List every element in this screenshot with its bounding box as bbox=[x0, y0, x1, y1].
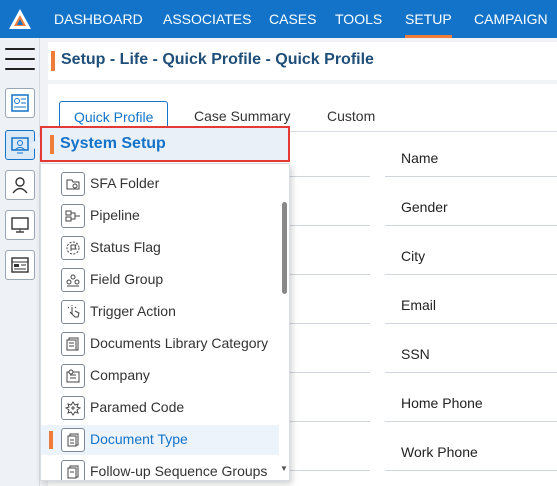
field-input[interactable] bbox=[290, 435, 370, 471]
header-accent bbox=[50, 135, 54, 154]
nav-associates[interactable]: ASSOCIATES bbox=[163, 0, 251, 38]
nav-tools[interactable]: TOOLS bbox=[335, 0, 382, 38]
system-setup-title: System Setup bbox=[60, 135, 166, 152]
page-title-bar: Setup - Life - Quick Profile - Quick Pro… bbox=[48, 42, 557, 80]
menu-item-document-type[interactable]: Document Type bbox=[41, 425, 279, 455]
menu-item-documents-library-category[interactable]: Documents Library Category bbox=[41, 329, 279, 359]
menu-item-trigger-action[interactable]: Trigger Action bbox=[41, 297, 279, 327]
field-group-icon bbox=[61, 268, 85, 292]
field-ssn[interactable]: SSN bbox=[385, 337, 557, 373]
menu-item-pipeline[interactable]: Pipeline bbox=[41, 201, 279, 231]
menu-item-label: Company bbox=[90, 367, 150, 383]
monitor-icon[interactable] bbox=[5, 210, 35, 240]
field-home-phone[interactable]: Home Phone bbox=[385, 386, 557, 422]
menu-item-company[interactable]: Company bbox=[41, 361, 279, 391]
profile-setup-icon[interactable] bbox=[5, 88, 35, 118]
field-label: City bbox=[401, 248, 426, 264]
selected-indicator bbox=[49, 431, 53, 449]
field-label: SSN bbox=[401, 346, 430, 362]
field-label: Name bbox=[401, 150, 439, 166]
company-icon bbox=[61, 364, 85, 388]
field-email[interactable]: Email bbox=[385, 288, 557, 324]
top-nav: DASHBOARD ASSOCIATES CASES TOOLS SETUP C… bbox=[0, 0, 557, 38]
menu-item-label: Field Group bbox=[90, 271, 164, 287]
page-title: Setup - Life - Quick Profile - Quick Pro… bbox=[61, 51, 374, 68]
field-work-phone[interactable]: Work Phone bbox=[385, 435, 557, 471]
menu-item-follow-up-sequence-groups[interactable]: Follow-up Sequence Groups bbox=[41, 457, 279, 480]
menu-item-label: Documents Library Category bbox=[90, 335, 269, 351]
nav-campaign[interactable]: CAMPAIGN bbox=[474, 0, 548, 38]
field-label: Work Phone bbox=[401, 444, 478, 460]
folder-icon bbox=[61, 172, 85, 196]
hamburger-menu-icon[interactable] bbox=[5, 48, 35, 72]
follow-up-sequence-icon bbox=[61, 460, 85, 480]
field-input[interactable] bbox=[290, 337, 370, 373]
menu-item-label: Status Flag bbox=[90, 239, 161, 255]
system-setup-menu: SFA Folder Pipeline Status Flag Field Gr… bbox=[40, 163, 290, 481]
field-input[interactable] bbox=[290, 239, 370, 275]
field-city[interactable]: City bbox=[385, 239, 557, 275]
field-input[interactable] bbox=[290, 386, 370, 422]
menu-scrollbar-thumb[interactable] bbox=[282, 202, 287, 294]
app-logo-icon[interactable] bbox=[0, 0, 40, 38]
menu-item-label: Document Type bbox=[90, 431, 188, 447]
tab-custom[interactable]: Custom bbox=[327, 101, 375, 132]
user-icon[interactable] bbox=[5, 170, 35, 200]
title-accent bbox=[51, 51, 55, 71]
field-gender[interactable]: Gender bbox=[385, 190, 557, 226]
menu-item-sfa-folder[interactable]: SFA Folder bbox=[41, 169, 279, 199]
menu-item-label: Pipeline bbox=[90, 207, 140, 223]
menu-item-status-flag[interactable]: Status Flag bbox=[41, 233, 279, 263]
field-label: Email bbox=[401, 297, 437, 313]
menu-item-label: Follow-up Sequence Groups bbox=[90, 463, 268, 479]
paramed-code-icon bbox=[61, 396, 85, 420]
menu-item-paramed-code[interactable]: Paramed Code bbox=[41, 393, 279, 423]
document-type-icon bbox=[61, 428, 85, 452]
nav-dashboard[interactable]: DASHBOARD bbox=[54, 0, 143, 38]
nav-cases[interactable]: CASES bbox=[269, 0, 316, 38]
menu-item-label: SFA Folder bbox=[90, 175, 160, 191]
pipeline-icon bbox=[61, 204, 85, 228]
status-flag-icon bbox=[61, 236, 85, 260]
field-label: Home Phone bbox=[401, 395, 483, 411]
trigger-action-icon bbox=[61, 300, 85, 324]
field-name[interactable]: Name bbox=[385, 141, 557, 177]
menu-item-label: Trigger Action bbox=[90, 303, 176, 319]
menu-item-field-group[interactable]: Field Group bbox=[41, 265, 279, 295]
menu-item-label: Paramed Code bbox=[90, 399, 185, 415]
documents-library-icon bbox=[61, 332, 85, 356]
nav-setup[interactable]: SETUP bbox=[405, 0, 452, 38]
field-input[interactable] bbox=[290, 288, 370, 324]
window-panel-icon[interactable] bbox=[5, 250, 35, 280]
field-label: Gender bbox=[401, 199, 448, 215]
field-input[interactable] bbox=[290, 190, 370, 226]
field-input[interactable] bbox=[290, 141, 370, 177]
system-setup-header[interactable]: System Setup bbox=[40, 126, 290, 162]
scroll-down-arrow-icon[interactable]: ▼ bbox=[280, 464, 288, 473]
